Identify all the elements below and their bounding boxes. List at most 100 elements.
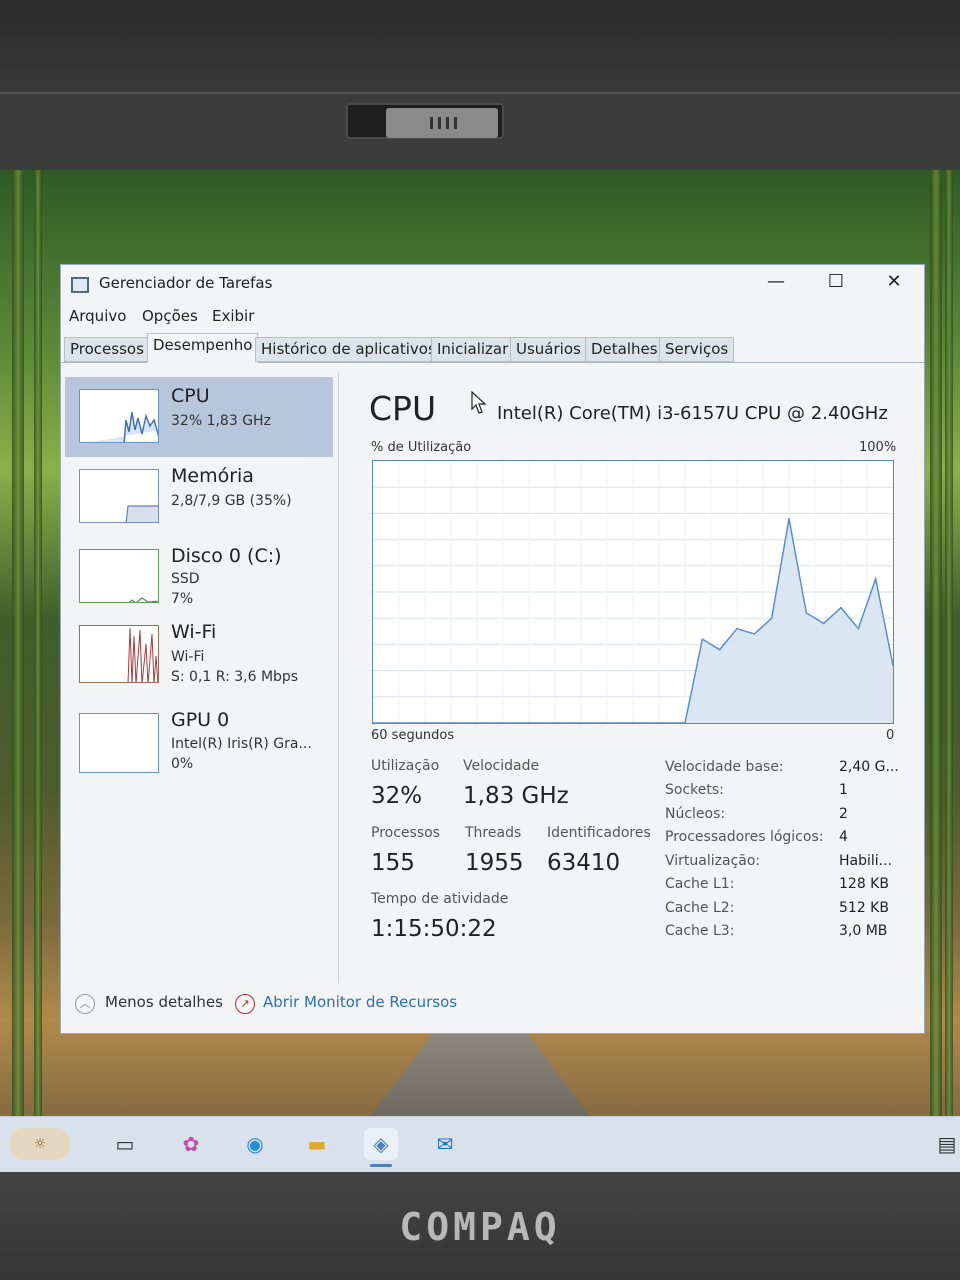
sidebar-disco-title: Disco 0 (C:) [171, 545, 282, 567]
sidebar-cpu-sub: 32% 1,83 GHz [171, 413, 271, 429]
sidebar-gpu-name: Intel(R) Iris(R) Gra... [171, 736, 312, 752]
processes-label: Processos [371, 825, 440, 841]
cpu-data-point [736, 627, 738, 630]
tab-inicializar[interactable]: Inicializar [431, 337, 515, 362]
cpu-data-point [805, 612, 808, 614]
taskbar [0, 1116, 960, 1172]
task-manager-icon[interactable]: ◈ [364, 1128, 398, 1160]
spec-value: 512 KB [839, 900, 889, 916]
cpu-data-point [822, 622, 825, 625]
maximize-button[interactable]: ☐ [821, 271, 851, 297]
sidebar-item-disco[interactable]: Disco 0 (C:) SSD 7% [65, 537, 333, 617]
sidebar-wifi-name: Wi-Fi [171, 649, 205, 665]
widgets-icon[interactable]: ☼ [10, 1128, 70, 1160]
cpu-detail-panel: CPU Intel(R) Core(TM) i3-6157U CPU @ 2.4… [361, 373, 901, 973]
spec-value: 3,0 MB [839, 923, 888, 939]
wifi-thumbnail [79, 625, 159, 683]
spec-key: Cache L1: [665, 876, 735, 892]
tab-strip: Processos Desempenho Histórico de aplica… [61, 333, 924, 363]
minimize-button[interactable]: — [761, 271, 791, 297]
threads-label: Threads [465, 825, 522, 841]
chevron-up-icon[interactable]: ︿ [75, 994, 95, 1014]
performance-sidebar: CPU 32% 1,83 GHz Memória 2,8/7,9 GB (35%… [63, 373, 339, 983]
spec-value: 4 [839, 829, 848, 845]
cpu-data-point [840, 606, 842, 609]
cpu-data-point [770, 617, 773, 619]
speed-value: 1,83 GHz [463, 783, 569, 809]
cpu-data-point [701, 638, 704, 640]
sidebar-disco-usage: 7% [171, 591, 194, 607]
cpu-data-point [718, 648, 721, 651]
graph-time-label: 60 segundos [371, 728, 455, 743]
task-manager-app-icon [71, 277, 89, 293]
tab-desempenho[interactable]: Desempenho [147, 333, 259, 363]
file-explorer-icon[interactable]: ▬ [300, 1128, 334, 1160]
utilization-label: Utilização [371, 758, 440, 774]
edge-icon[interactable]: ◉ [238, 1128, 272, 1160]
spec-value: 1 [839, 782, 848, 798]
sidebar-memoria-sub: 2,8/7,9 GB (35%) [171, 493, 292, 509]
sidebar-cpu-title: CPU [171, 385, 210, 407]
gpu-thumbnail [79, 713, 159, 773]
speed-label: Velocidade [463, 758, 540, 774]
outlook-icon[interactable]: ✉ [428, 1128, 462, 1160]
cpu-heading: CPU [369, 389, 437, 428]
handles-label: Identificadores [547, 825, 651, 841]
menu-opcoes[interactable]: Opções [142, 307, 198, 325]
task-manager-window: Gerenciador de Tarefas — ☐ ✕ Arquivo Opç… [60, 264, 925, 1034]
graph-min-label: 0 [886, 728, 895, 743]
sidebar-item-memoria[interactable]: Memória 2,8/7,9 GB (35%) [65, 457, 333, 537]
webcam-shutter [386, 108, 498, 138]
spec-value: Habili... [839, 853, 893, 869]
tab-usuarios[interactable]: Usuários [510, 337, 587, 362]
tray-icon[interactable]: ▤ [936, 1128, 958, 1160]
sidebar-item-cpu[interactable]: CPU 32% 1,83 GHz [65, 377, 333, 457]
active-app-indicator [370, 1164, 392, 1167]
sidebar-item-gpu[interactable]: GPU 0 Intel(R) Iris(R) Gra... 0% [65, 703, 333, 783]
spec-key: Sockets: [665, 782, 724, 798]
copilot-icon[interactable]: ✿ [174, 1128, 208, 1160]
sidebar-wifi-title: Wi-Fi [171, 621, 217, 643]
resource-monitor-icon[interactable]: ↗ [235, 994, 255, 1014]
cpu-data-point [857, 627, 860, 630]
sidebar-disco-type: SSD [171, 571, 200, 587]
spec-value: 128 KB [839, 876, 889, 892]
graph-max-label: 100% [859, 440, 897, 455]
cpu-data-point [874, 578, 877, 580]
processes-value: 155 [371, 850, 415, 876]
spec-key: Velocidade base: [665, 759, 784, 775]
menu-arquivo[interactable]: Arquivo [69, 307, 126, 325]
sidebar-item-wifi[interactable]: Wi-Fi Wi-Fi S: 0,1 R: 3,6 Mbps [65, 621, 333, 701]
spec-key: Virtualização: [665, 853, 761, 869]
task-view-icon[interactable]: ▭ [108, 1128, 142, 1160]
sidebar-memoria-title: Memória [171, 465, 254, 487]
uptime-label: Tempo de atividade [371, 891, 509, 907]
spec-value: 2 [839, 806, 848, 822]
graph-y-label: % de Utilização [371, 440, 472, 455]
memory-thumbnail [79, 469, 159, 523]
threads-value: 1955 [465, 850, 524, 876]
cpu-graph-svg [372, 461, 894, 724]
utilization-value: 32% [371, 783, 423, 809]
cpu-thumbnail [79, 389, 159, 443]
cpu-utilization-graph [372, 460, 894, 724]
sidebar-gpu-usage: 0% [171, 756, 194, 772]
tab-processos[interactable]: Processos [64, 337, 150, 362]
title-bar: Gerenciador de Tarefas — ☐ ✕ [61, 265, 924, 303]
mouse-cursor-icon [471, 391, 487, 414]
less-details-button[interactable]: Menos detalhes [105, 993, 223, 1011]
cpu-model: Intel(R) Core(TM) i3-6157U CPU @ 2.40GHz [497, 403, 888, 424]
resource-monitor-link[interactable]: Abrir Monitor de Recursos [263, 993, 457, 1011]
spec-value: 2,40 G... [839, 759, 899, 775]
spec-key: Núcleos: [665, 806, 726, 822]
menu-exibir[interactable]: Exibir [212, 307, 254, 325]
tab-detalhes[interactable]: Detalhes [585, 337, 664, 362]
tab-historico[interactable]: Histórico de aplicativos [255, 337, 442, 362]
brand-logo: COMPAQ [399, 1205, 561, 1249]
spec-key: Processadores lógicos: [665, 829, 824, 845]
spec-key: Cache L2: [665, 900, 735, 916]
uptime-value: 1:15:50:22 [371, 916, 497, 942]
window-title: Gerenciador de Tarefas [99, 274, 273, 292]
tab-servicos[interactable]: Serviços [659, 337, 735, 362]
close-button[interactable]: ✕ [879, 271, 909, 297]
